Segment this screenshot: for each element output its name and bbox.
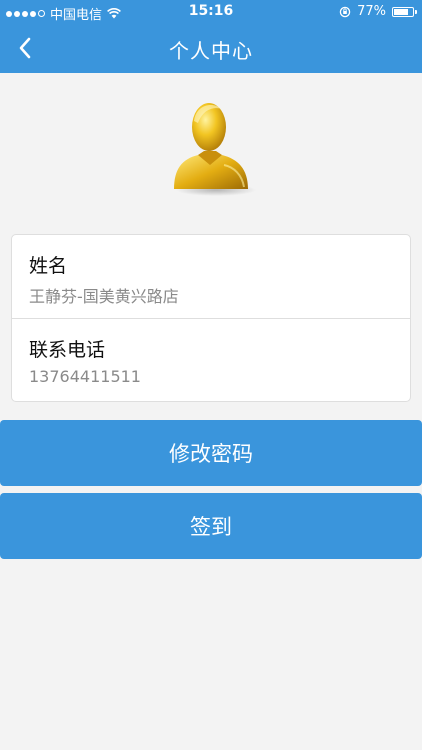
battery-percent: 77% (357, 4, 386, 19)
name-label: 姓名 (29, 255, 68, 277)
page-title: 个人中心 (169, 39, 253, 63)
name-row: 姓名 王静芬-国美黄兴路店 (12, 235, 410, 318)
app-header: 中国电信 15:16 77% 个人中心 (0, 0, 422, 73)
battery-icon (392, 6, 417, 17)
user-avatar-icon (164, 93, 260, 197)
rotation-lock-icon (339, 6, 351, 17)
name-value: 王静芬-国美黄兴路店 (29, 287, 179, 306)
phone-row: 联系电话 13764411511 (12, 318, 410, 402)
profile-info-card: 姓名 王静芬-国美黄兴路店 联系电话 13764411511 (11, 234, 411, 402)
status-right: 77% (339, 4, 417, 19)
phone-label: 联系电话 (29, 339, 106, 361)
status-bar: 中国电信 15:16 77% (0, 0, 422, 24)
phone-value: 13764411511 (29, 367, 141, 386)
sign-in-button[interactable]: 签到 (0, 493, 422, 559)
change-password-button[interactable]: 修改密码 (0, 420, 422, 486)
